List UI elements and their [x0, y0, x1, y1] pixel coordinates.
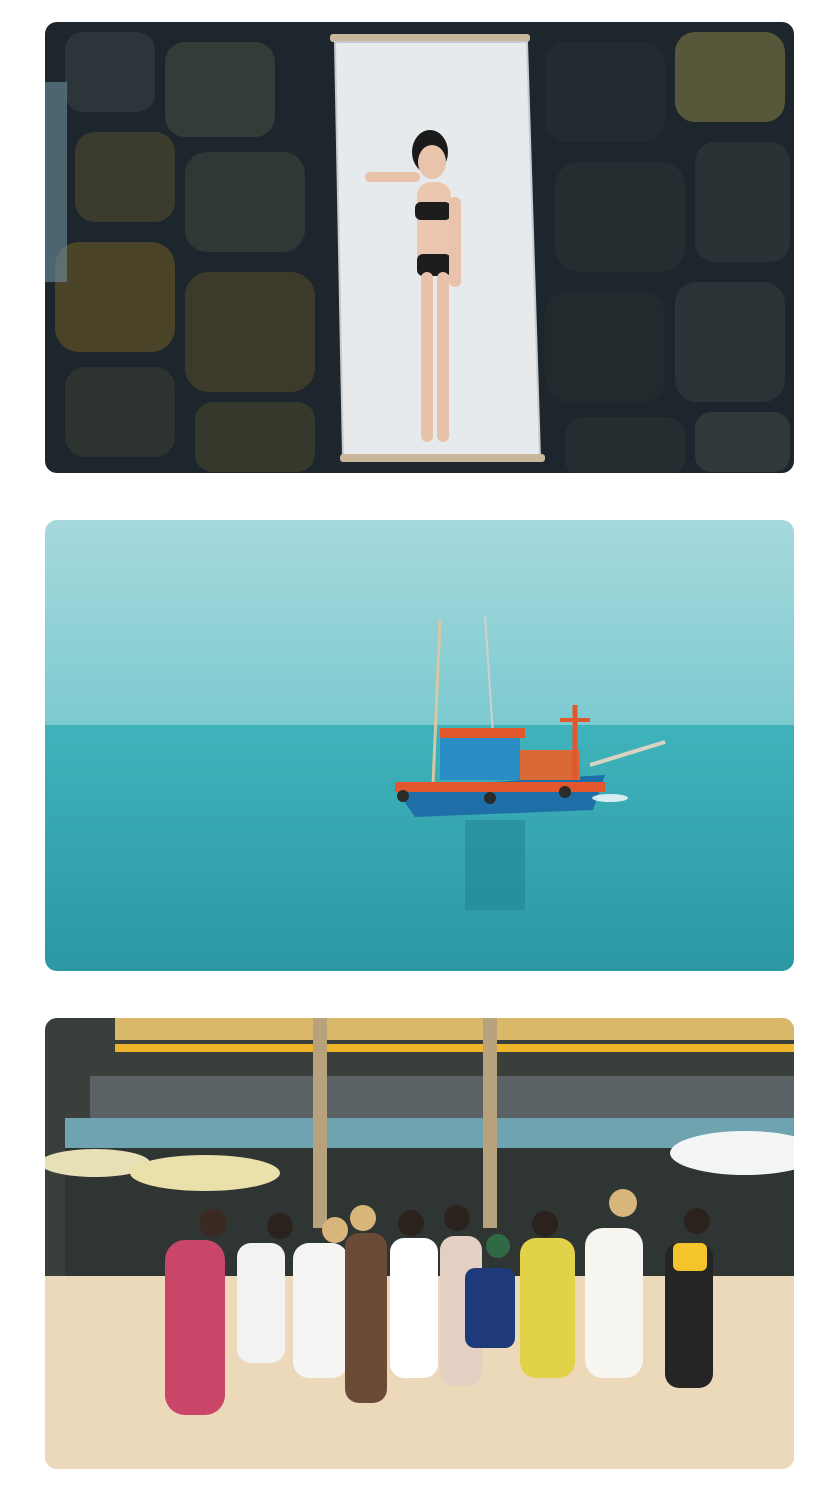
photo-boat-sea[interactable] — [45, 520, 794, 971]
photo-gallery — [0, 0, 840, 1493]
photo-group-beach[interactable] — [45, 1018, 794, 1469]
boat-image — [45, 520, 794, 971]
sky — [45, 520, 794, 725]
beach-group-image — [45, 1018, 794, 1469]
hammock-image — [45, 22, 794, 473]
sea — [45, 725, 794, 971]
photo-hammock-rocks[interactable] — [45, 22, 794, 473]
